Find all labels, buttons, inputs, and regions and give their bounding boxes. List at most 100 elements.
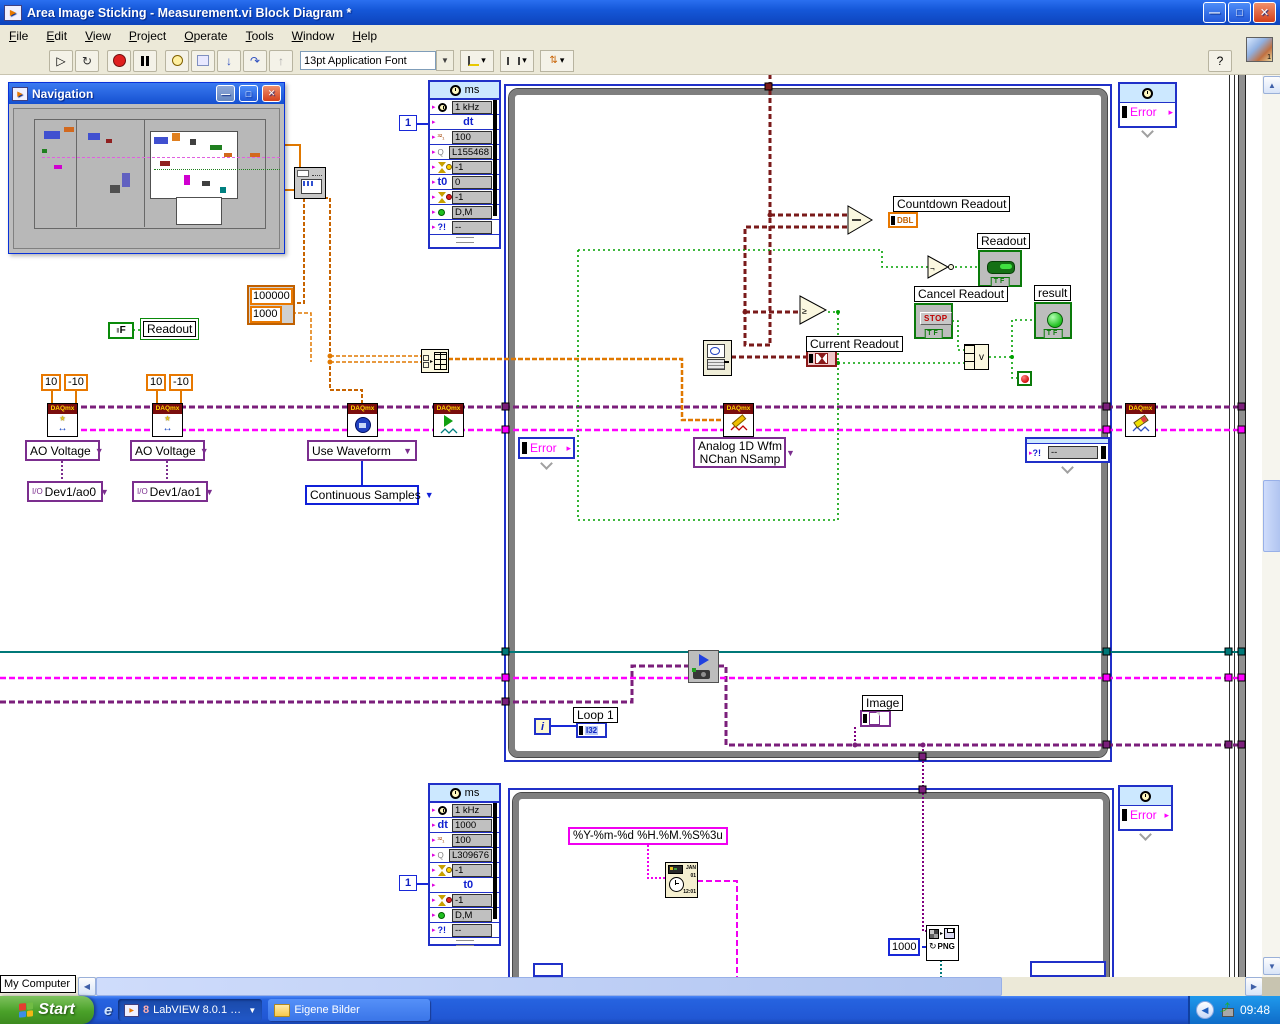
run-button[interactable]: ▷	[49, 49, 73, 72]
source-rate-value[interactable]: 1 kHz	[452, 803, 492, 817]
node-scrollbar[interactable]	[493, 100, 497, 216]
hide-icons-chevron[interactable]: ◀	[1195, 1001, 1214, 1019]
navigation-maximize-button[interactable]: □	[239, 85, 258, 102]
clock[interactable]: 09:48	[1240, 1003, 1270, 1017]
mode-value[interactable]: D,M	[452, 908, 492, 922]
inner-qmark-chevron[interactable]	[1025, 461, 1110, 474]
taskbar-item-labview[interactable]: ▶ 8 LabVIEW 8.0.1 D... ▼	[118, 999, 263, 1021]
timed-loop-output-node[interactable]: Error ▸	[1118, 82, 1177, 128]
numeric-constant-1[interactable]: 1	[399, 115, 417, 131]
array-constant[interactable]: 100000 1000	[247, 285, 295, 325]
ao-voltage-dropdown-b[interactable]: AO Voltage ▼	[130, 440, 209, 461]
dt-label[interactable]: dt	[463, 116, 473, 128]
horizontal-scroll-thumb[interactable]	[96, 977, 1002, 996]
timed-loop-bottom-output-node[interactable]: Error ▸	[1118, 785, 1173, 831]
partial-node-right[interactable]	[1030, 961, 1106, 977]
deadline-value[interactable]: -1	[452, 893, 492, 907]
constant-10-a[interactable]: 10	[41, 374, 62, 391]
continuous-samples-dropdown[interactable]: Continuous Samples ▼	[305, 485, 434, 505]
window-titlebar[interactable]: ▶ Area Image Sticking - Measurement.vi B…	[0, 0, 1280, 25]
loop-name-value[interactable]: L155468	[449, 145, 492, 159]
countdown-readout-label[interactable]: Countdown Readout	[893, 196, 1011, 212]
current-readout-label[interactable]: Current Readout	[806, 336, 903, 352]
font-selector-dropdown-icon[interactable]: ▼	[436, 50, 454, 71]
reorder-dropdown[interactable]: ⇅ ▾	[540, 49, 574, 72]
qmark-label[interactable]: ?!	[438, 925, 447, 935]
help-button[interactable]: ?	[1208, 49, 1232, 72]
analog-wfm-dropdown[interactable]: Analog 1D Wfm NChan NSamp ▼	[693, 437, 795, 468]
node-scrollbar[interactable]	[493, 803, 497, 919]
physical-channel-dev1ao0[interactable]: I/O Dev1/ao0 ▼	[27, 481, 109, 502]
node-grip[interactable]	[430, 937, 499, 947]
qmark-label[interactable]: ?!	[438, 222, 447, 232]
period-value[interactable]: 100	[452, 833, 492, 847]
daqmx-write-node[interactable]: DAQmx	[723, 403, 754, 437]
t0-label[interactable]: t0	[438, 176, 448, 188]
timed-loop-bottom-input-node[interactable]: ms 1 kHz dt1000 ³²₁100 QL309676 -1 t0 -1…	[428, 783, 501, 946]
node-grip[interactable]	[430, 234, 499, 244]
navigation-close-button[interactable]: ✕	[262, 85, 281, 102]
daqmx-start-node[interactable]: DAQmx	[433, 403, 464, 437]
inner-error-node[interactable]: Error ▸	[518, 437, 575, 459]
compound-or-node[interactable]: v	[964, 344, 989, 370]
result-led-indicator[interactable]: TF	[1034, 302, 1072, 339]
abort-button[interactable]	[107, 49, 131, 72]
loop1-label[interactable]: Loop 1	[573, 707, 618, 723]
image-label[interactable]: Image	[862, 695, 904, 711]
quicklaunch-ie-icon[interactable]: e	[104, 1002, 112, 1019]
daqmx-create-channel-node-b[interactable]: DAQmx * ↔	[152, 403, 183, 437]
loop-name-value[interactable]: L309676	[449, 848, 492, 862]
inner-qmark-node[interactable]: ▸ ?! --	[1025, 437, 1110, 463]
align-objects-dropdown[interactable]: ▾	[460, 49, 494, 72]
navigation-window[interactable]: ▶ Navigation — □ ✕	[8, 82, 285, 254]
menu-project[interactable]: Project	[120, 27, 175, 45]
array-element-1[interactable]: 1000	[250, 306, 282, 323]
scroll-down-button[interactable]: ▼	[1263, 957, 1280, 975]
step-over-button[interactable]: ↷	[243, 49, 267, 72]
current-readout-terminal[interactable]	[806, 350, 837, 367]
safely-remove-hardware-icon[interactable]: ⤴	[1220, 1004, 1234, 1017]
cancel-readout-stop-button[interactable]: STOP TF	[914, 303, 953, 339]
menu-tools[interactable]: Tools	[237, 27, 283, 45]
waveform-subvi-icon[interactable]	[294, 167, 326, 199]
distribute-objects-dropdown[interactable]: ▾	[500, 49, 534, 72]
constant-minus10-b[interactable]: -10	[169, 374, 193, 391]
minimize-button[interactable]: —	[1203, 2, 1226, 23]
timeout-value[interactable]: -1	[452, 863, 492, 877]
maximize-button[interactable]: □	[1228, 2, 1251, 23]
timed-loop-output-chevron[interactable]	[1118, 125, 1177, 138]
scroll-up-button[interactable]: ▲	[1263, 76, 1280, 94]
daqmx-clear-node[interactable]: DAQmx	[1125, 403, 1156, 437]
dt-value[interactable]: 1000	[452, 818, 492, 832]
start-button[interactable]: Start	[0, 996, 94, 1024]
vertical-scroll-thumb[interactable]	[1263, 480, 1280, 552]
pause-button[interactable]	[133, 49, 157, 72]
constant-1000[interactable]: 1000	[888, 938, 921, 956]
menu-file[interactable]: File	[0, 27, 37, 45]
daqmx-create-channel-node-a[interactable]: DAQmx * ↔	[47, 403, 78, 437]
datetime-format-string-constant[interactable]: %Y-%m-%d %H.%M.%S%3u	[568, 827, 728, 845]
ao-voltage-dropdown-a[interactable]: AO Voltage ▼	[25, 440, 104, 461]
qmark-value[interactable]: --	[1048, 446, 1098, 459]
mode-value[interactable]: D,M	[452, 205, 492, 219]
qmark-value[interactable]: --	[452, 220, 492, 234]
constant-10-b[interactable]: 10	[146, 374, 167, 391]
step-out-button[interactable]: ↑	[269, 49, 293, 72]
build-array-node[interactable]: ▸	[421, 349, 449, 373]
array-element-0[interactable]: 100000	[250, 288, 293, 305]
scroll-right-button[interactable]: ▶	[1245, 977, 1263, 996]
readout-boolean-indicator[interactable]: TF	[978, 250, 1022, 287]
readout-variable-label[interactable]: Readout	[139, 318, 200, 340]
error-output-label[interactable]: Error	[1130, 105, 1157, 119]
deadline-value[interactable]: -1	[452, 190, 492, 204]
target-indicator[interactable]: My Computer	[0, 975, 76, 993]
timeout-value[interactable]: -1	[452, 160, 492, 174]
taskbar-item-eigene-bilder[interactable]: Eigene Bilder	[268, 999, 431, 1021]
stop-led-indicator[interactable]	[1017, 371, 1032, 386]
daqmx-timing-node[interactable]: DAQmx	[347, 403, 378, 437]
menu-view[interactable]: View	[76, 27, 120, 45]
vi-icon[interactable]: 1	[1246, 37, 1273, 62]
period-value[interactable]: 100	[452, 130, 492, 144]
image-terminal[interactable]	[860, 710, 891, 727]
error-output-label[interactable]: Error	[1130, 808, 1157, 822]
